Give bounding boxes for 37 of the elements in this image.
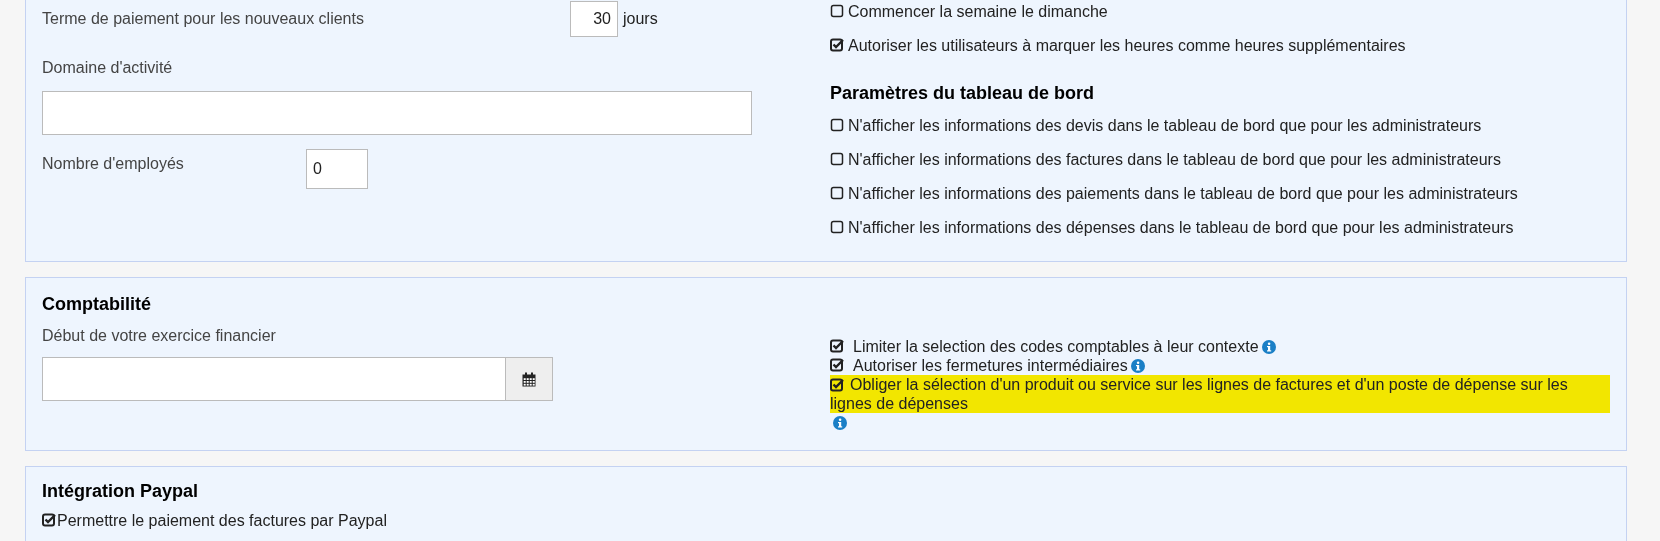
unit-label: jours — [623, 10, 658, 28]
checked-checkbox-icon[interactable] — [830, 38, 844, 52]
input-field[interactable]: 0 — [306, 149, 368, 189]
date-field[interactable] — [42, 357, 553, 401]
checked-checkbox-icon[interactable] — [42, 513, 56, 527]
option-label: Limiter la selection des codes comptables à leur contexte — [853, 338, 1259, 355]
info-icon[interactable] — [1130, 359, 1145, 373]
section-heading: Paramètres du tableau de bord — [830, 83, 1096, 104]
checkbox-icon[interactable] — [830, 118, 844, 132]
checked-checkbox-icon[interactable] — [830, 358, 844, 372]
option-label: Permettre le paiement des factures par Paypal — [57, 512, 387, 529]
field-label: Terme de paiement pour les nouveaux clients — [42, 10, 365, 28]
field-label: Nombre d'employés — [42, 154, 185, 173]
field-label: Début de votre exercice financier — [42, 327, 277, 345]
input-field[interactable] — [42, 91, 752, 135]
checked-checkbox-icon[interactable] — [830, 378, 844, 392]
calendar-button[interactable] — [506, 358, 552, 400]
checkbox-icon[interactable] — [830, 186, 844, 200]
checkbox-icon[interactable] — [830, 152, 844, 166]
option-label: N'afficher les informations des factures dans le tableau de bord que pour les administrateurs — [848, 151, 1501, 168]
checked-checkbox-icon[interactable] — [830, 339, 844, 353]
field-label: Domaine d'activité — [42, 59, 174, 77]
checkbox-icon[interactable] — [830, 220, 844, 234]
option-label: N'afficher les informations des dépenses dans le tableau de bord que pour les administrateurs — [848, 219, 1514, 236]
option-label: N'afficher les informations des devis dans le tableau de bord que pour les administrateurs — [848, 117, 1482, 134]
section-title: Comptabilité — [42, 294, 152, 315]
section-title: Intégration Paypal — [42, 481, 200, 502]
option-label: Obliger la sélection d'un produit ou service sur les lignes de factures et d'un poste de dépense sur les lignes de dépenses — [830, 375, 1610, 413]
option-label: Commencer la semaine le dimanche — [848, 3, 1108, 20]
option-label: Autoriser les utilisateurs à marquer les heures comme heures supplémentaires — [848, 37, 1406, 54]
input-field[interactable]: 30 — [570, 1, 618, 37]
info-icon[interactable] — [833, 416, 847, 430]
calendar-icon — [522, 371, 536, 387]
checkbox-icon[interactable] — [830, 4, 844, 18]
option-label: Autoriser les fermetures intermédiaires — [853, 357, 1128, 374]
info-icon[interactable] — [1261, 340, 1276, 354]
option-label: N'afficher les informations des paiements dans le tableau de bord que pour les administrateurs — [848, 185, 1518, 202]
